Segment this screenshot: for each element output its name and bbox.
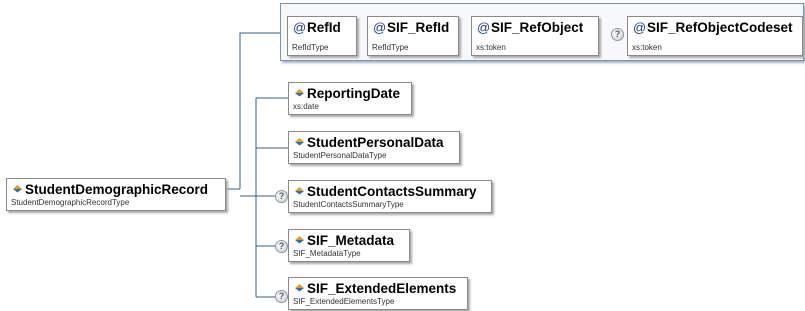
element-icon <box>295 186 304 195</box>
attribute-sif-refobjectcodeset[interactable]: @SIF_RefObjectCodeset xs:token <box>627 16 803 56</box>
attribute-type: RefIdType <box>372 43 409 52</box>
attribute-name: @SIF_RefId <box>373 20 450 35</box>
attribute-name: @SIF_RefObject <box>477 20 584 35</box>
element-name: SIF_ExtendedElements <box>294 281 456 296</box>
element-reportingdate[interactable]: ReportingDate xs:date <box>288 82 412 115</box>
question-icon: ? <box>275 190 288 203</box>
at-icon: @ <box>293 20 307 35</box>
element-name: StudentPersonalData <box>294 135 444 150</box>
element-name: ReportingDate <box>294 86 400 101</box>
element-type: StudentContactsSummaryType <box>293 200 404 209</box>
attribute-sif-refobject[interactable]: @SIF_RefObject xs:token <box>471 16 599 56</box>
element-type: SIF_ExtendedElementsType <box>293 297 395 306</box>
element-studentcontactssummary[interactable]: StudentContactsSummary StudentContactsSu… <box>288 180 492 213</box>
attribute-name: @SIF_RefObjectCodeset <box>633 20 793 35</box>
element-icon <box>295 235 304 244</box>
element-type: StudentPersonalDataType <box>293 151 387 160</box>
element-name: StudentContactsSummary <box>294 184 477 199</box>
element-icon <box>13 184 22 193</box>
attribute-type: RefIdType <box>292 43 329 52</box>
question-icon: ? <box>611 28 624 41</box>
attribute-refid[interactable]: @RefId RefIdType <box>287 16 357 56</box>
element-name: StudentDemographicRecord <box>12 182 208 197</box>
at-icon: @ <box>373 20 387 35</box>
attribute-sif-refid[interactable]: @SIF_RefId RefIdType <box>367 16 459 56</box>
root-element[interactable]: StudentDemographicRecord StudentDemograp… <box>6 178 226 211</box>
element-type: xs:date <box>293 102 319 111</box>
element-icon <box>295 137 304 146</box>
element-studentpersonaldata[interactable]: StudentPersonalData StudentPersonalDataT… <box>288 131 460 164</box>
attribute-name: @RefId <box>293 20 341 35</box>
element-icon <box>295 283 304 292</box>
element-name: SIF_Metadata <box>294 233 394 248</box>
element-sif-extendedelements[interactable]: SIF_ExtendedElements SIF_ExtendedElement… <box>288 277 468 310</box>
question-icon: ? <box>275 290 288 303</box>
element-type: StudentDemographicRecordType <box>11 198 130 207</box>
attribute-group: @RefId RefIdType @SIF_RefId RefIdType @S… <box>280 3 804 61</box>
at-icon: @ <box>633 20 647 35</box>
attribute-type: xs:token <box>476 43 506 52</box>
element-sif-metadata[interactable]: SIF_Metadata SIF_MetadataType <box>288 229 410 262</box>
element-icon <box>295 88 304 97</box>
attribute-type: xs:token <box>632 43 662 52</box>
question-icon: ? <box>275 240 288 253</box>
element-type: SIF_MetadataType <box>293 249 361 258</box>
at-icon: @ <box>477 20 491 35</box>
